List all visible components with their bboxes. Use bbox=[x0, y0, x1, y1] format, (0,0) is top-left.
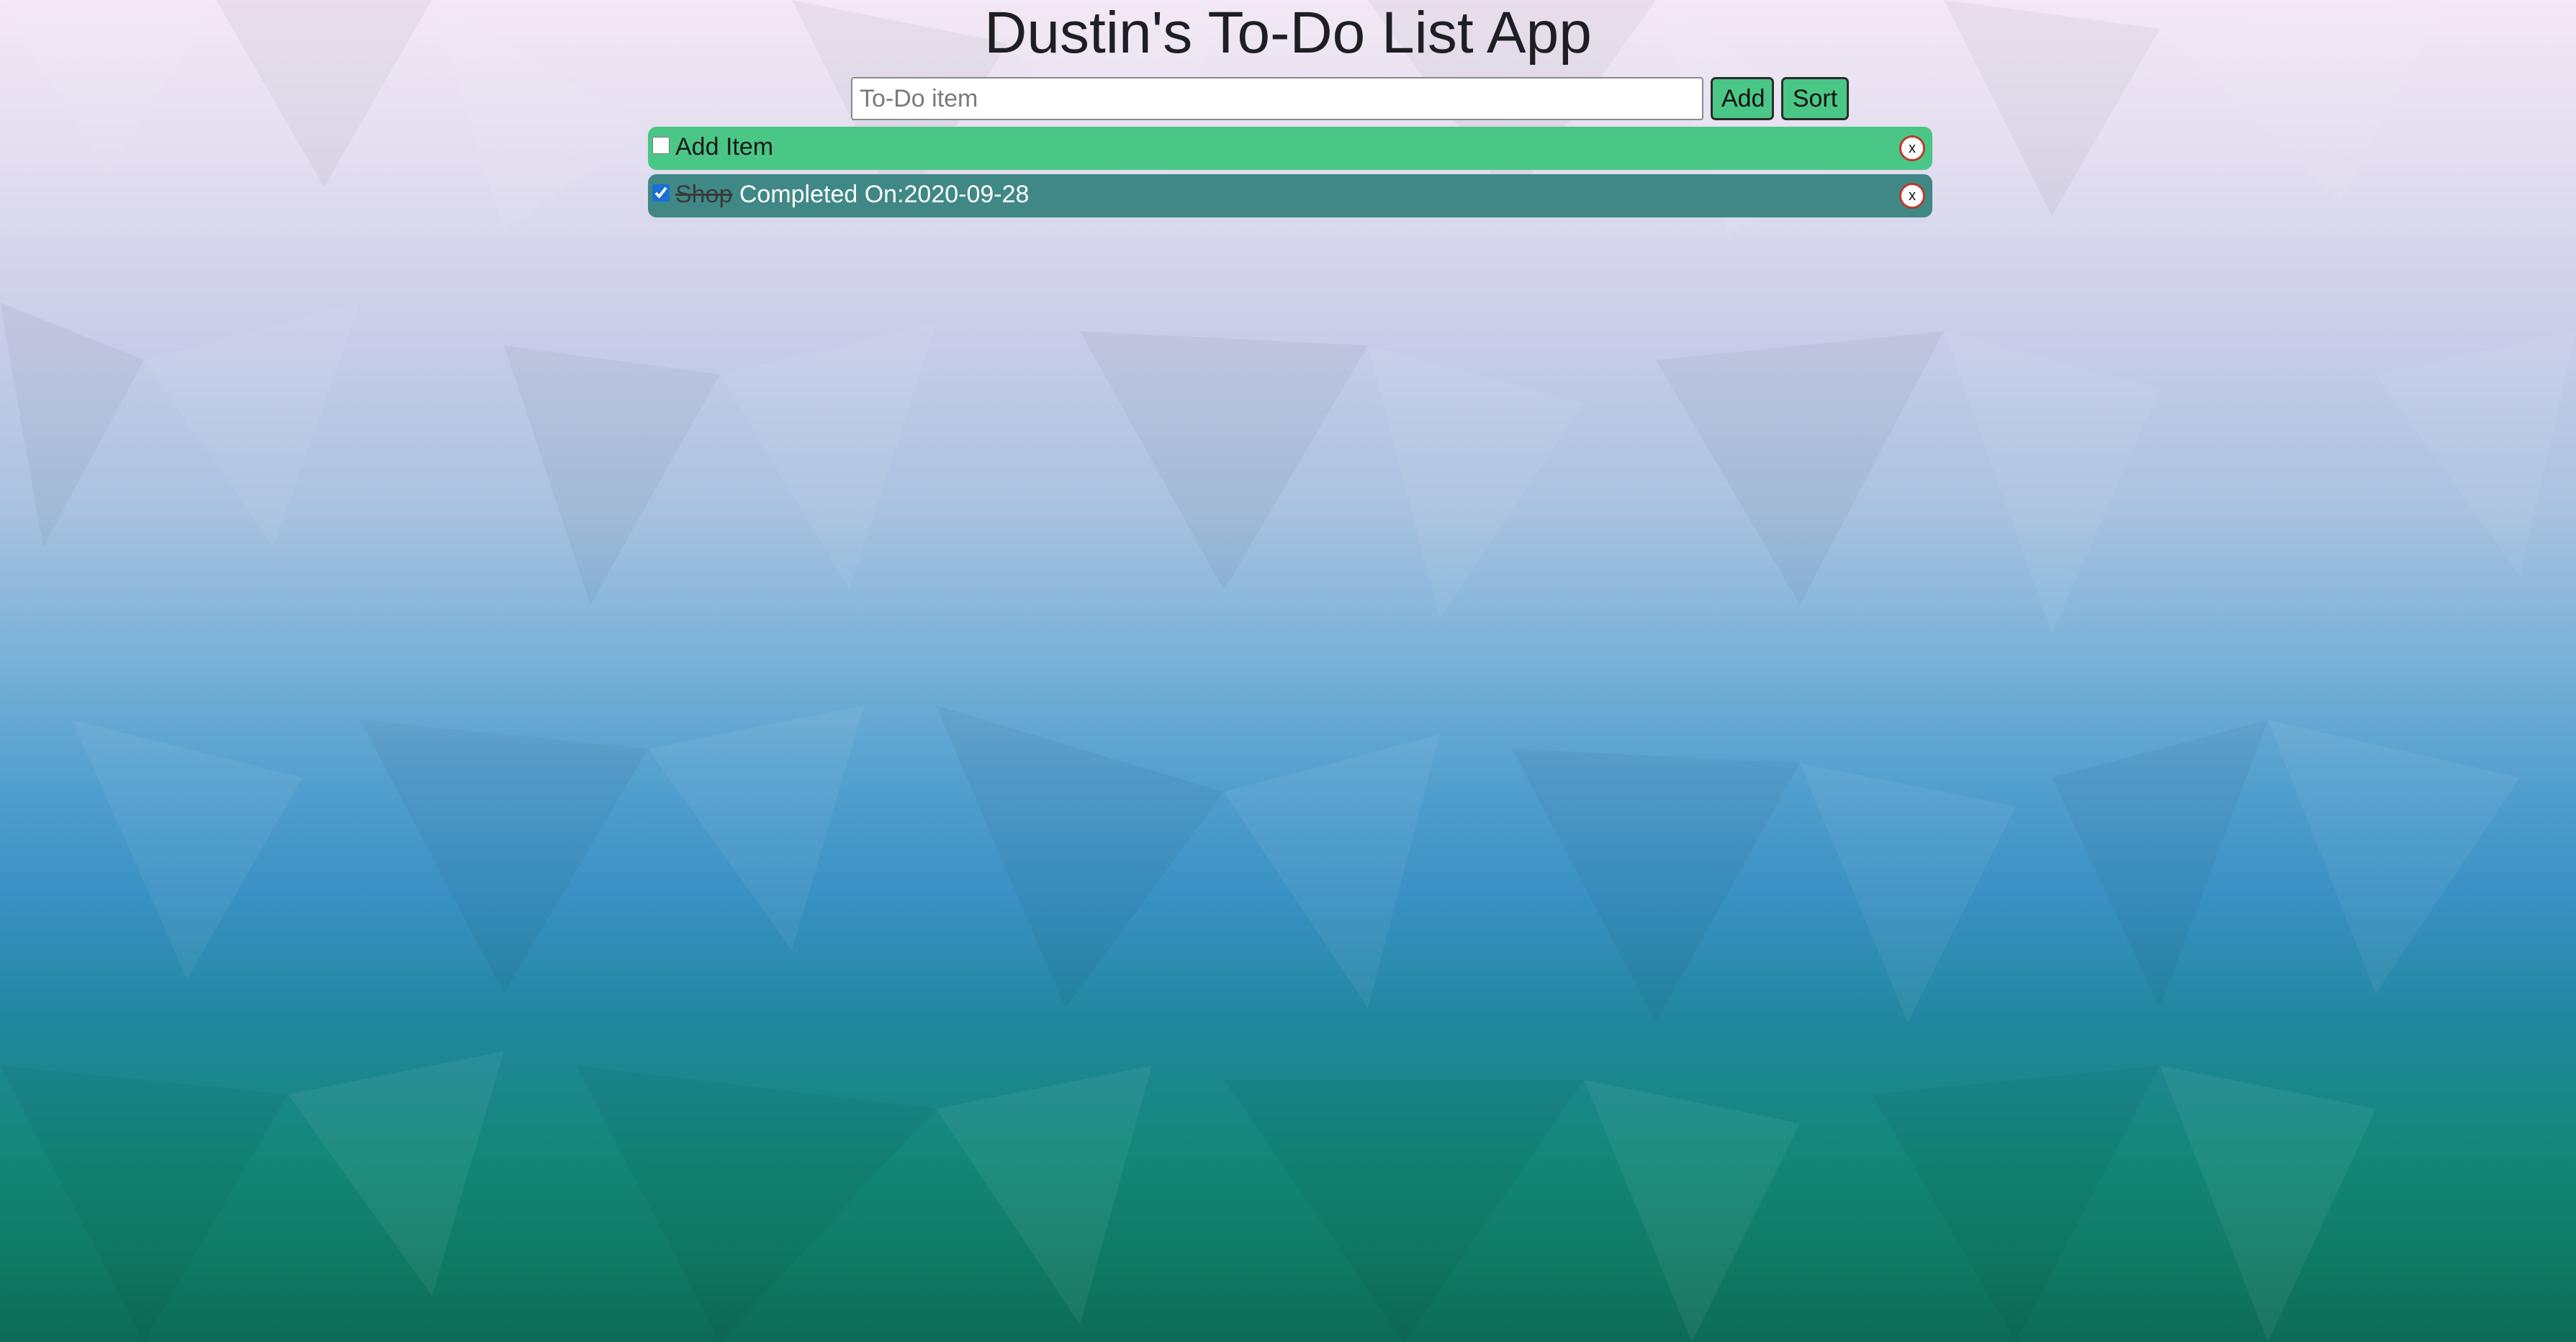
todo-item-checkbox[interactable] bbox=[652, 137, 670, 154]
todo-item-text: Shop bbox=[675, 180, 733, 208]
sort-button[interactable]: Sort bbox=[1781, 77, 1849, 120]
add-todo-form: Add Sort bbox=[851, 77, 1849, 120]
remove-item-button[interactable]: x bbox=[1899, 135, 1925, 161]
todo-item-text: Add Item bbox=[675, 132, 774, 161]
remove-item-button[interactable]: x bbox=[1899, 183, 1925, 209]
page-title: Dustin's To-Do List App bbox=[984, 0, 1592, 66]
add-button[interactable]: Add bbox=[1711, 77, 1774, 120]
todo-list: Add Item x Shop Completed On:2020-09-28 … bbox=[648, 127, 1932, 222]
completed-date-text: Completed On:2020-09-28 bbox=[732, 180, 1030, 208]
todo-item-checkbox[interactable] bbox=[652, 184, 670, 202]
todo-item-input[interactable] bbox=[851, 77, 1703, 120]
todo-item: Add Item x bbox=[648, 127, 1932, 170]
todo-item-completed: Shop Completed On:2020-09-28 x bbox=[648, 174, 1932, 217]
